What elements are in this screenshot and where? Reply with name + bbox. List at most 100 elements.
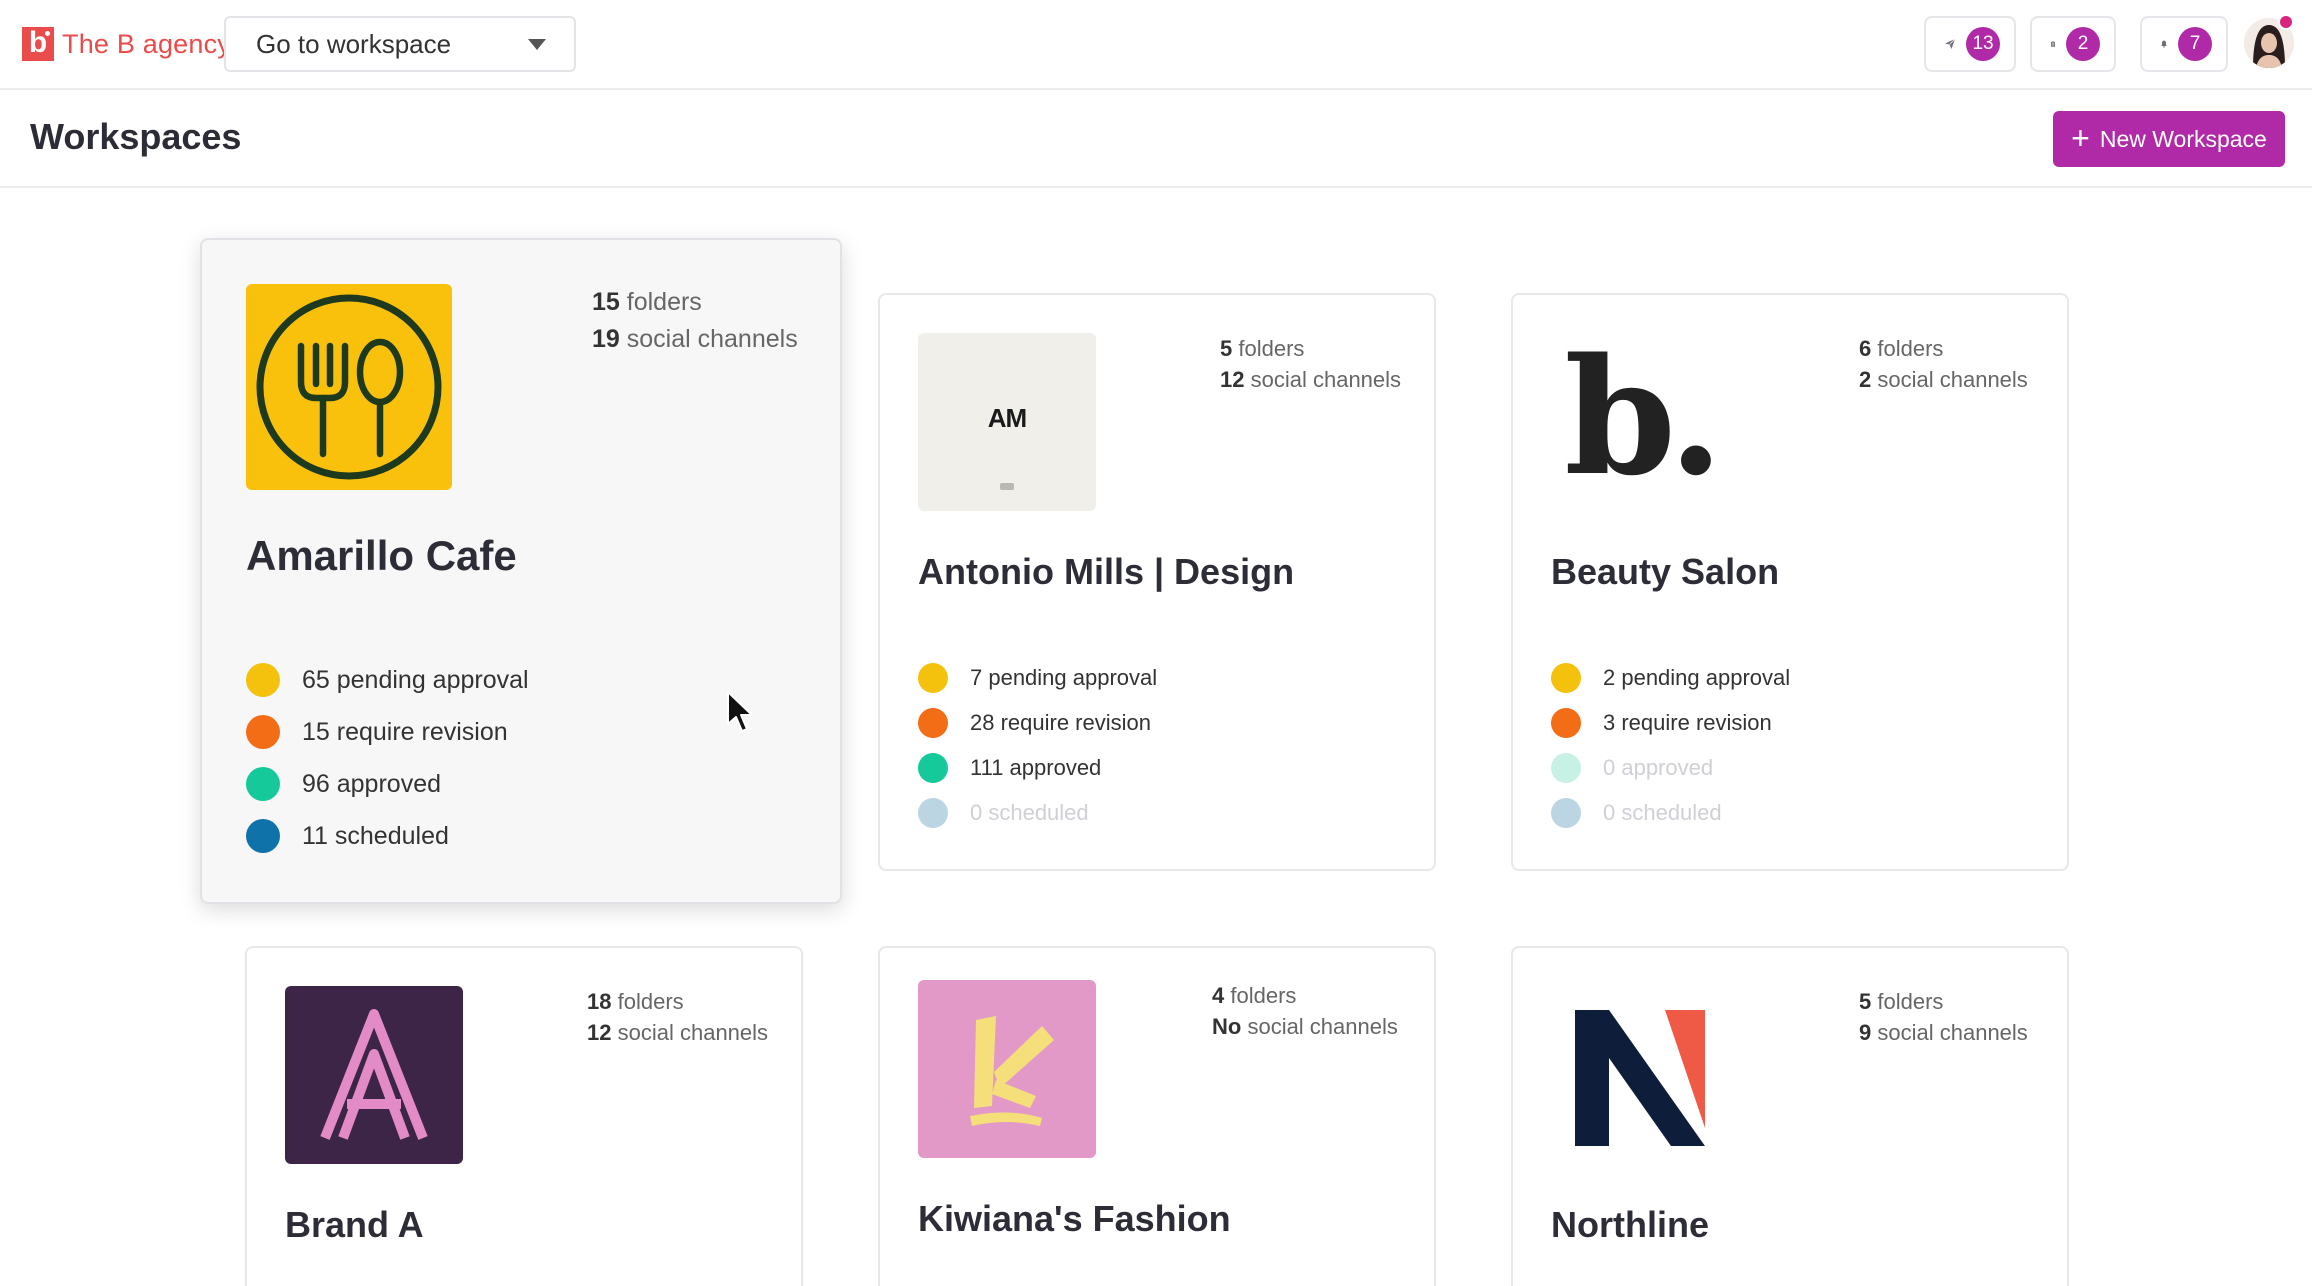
approvals-badge: 2 [2066,27,2100,61]
pending-dot [1551,663,1581,693]
channels-count: 19 [592,325,620,353]
bell-icon [2160,30,2168,58]
stat-approved-label: 0 approved [1603,755,1713,781]
workspace-name: Northline [1551,1204,1709,1246]
channels-count: 12 [1220,367,1244,392]
brand-name: The B agency [62,29,231,60]
letter-k-icon [918,980,1096,1158]
stat-scheduled: 0 scheduled [1551,790,1790,835]
logo-text: AM [918,403,1096,434]
stat-pending-label: 2 pending approval [1603,665,1790,691]
channels-label: social channels [1877,367,2027,392]
revision-dot [1551,708,1581,738]
brand-logo[interactable]: b The B agency [22,24,231,64]
folders-count: 15 [592,288,620,316]
stat-approved: 0 approved [1551,745,1790,790]
pending-dot [246,663,280,697]
stat-scheduled: 0 scheduled [918,790,1157,835]
folders-count: 4 [1212,983,1224,1008]
channels-label: social channels [1247,1014,1397,1039]
stat-approved-label: 111 approved [970,755,1101,781]
approvals-button[interactable]: 2 [2030,16,2116,72]
workspace-card-beauty-salon[interactable]: b. 6 folders 2 social channels Beauty Sa… [1511,293,2069,871]
channels-count: 9 [1859,1020,1871,1045]
channels-label: social channels [618,1020,768,1045]
folders-count: 18 [587,989,611,1014]
folders-label: folders [618,989,684,1014]
workspace-logo [285,986,463,1164]
notifications-badge: 7 [2178,27,2212,61]
workspace-name: Beauty Salon [1551,551,1779,593]
workspace-name: Kiwiana's Fashion [918,1198,1231,1240]
approved-dot [1551,753,1581,783]
scheduled-dot [918,798,948,828]
new-workspace-button[interactable]: + New Workspace [2053,111,2285,167]
folders-label: folders [1238,336,1304,361]
brand-mark: b [22,27,54,61]
stat-approved[interactable]: 96 approved [246,758,529,810]
folders-count: 5 [1220,336,1232,361]
page-title: Workspaces [30,116,241,158]
channels-count: No [1212,1014,1241,1039]
clipboard-icon [2050,30,2056,58]
revision-dot [918,708,948,738]
workspace-counts: 6 folders 2 social channels [1859,333,2028,395]
channels-label: social channels [1877,1020,2027,1045]
stat-revision-label: 3 require revision [1603,710,1772,736]
folders-label: folders [1877,989,1943,1014]
workspace-logo [1551,986,1729,1164]
stat-pending[interactable]: 2 pending approval [1551,655,1790,700]
chevron-down-icon [528,39,546,50]
workspace-stats: 65 pending approval 15 require revision … [246,654,529,862]
approved-dot [246,767,280,801]
folders-count: 5 [1859,989,1871,1014]
workspace-counts: 5 folders 12 social channels [1220,333,1401,395]
stat-revision-label: 28 require revision [970,710,1151,736]
workspace-counts: 5 folders 9 social channels [1859,986,2028,1048]
stat-pending[interactable]: 65 pending approval [246,654,529,706]
workspace-name: Brand A [285,1204,424,1246]
workspace-logo: AM [918,333,1096,511]
stat-pending-label: 7 pending approval [970,665,1157,691]
letter-a-icon [285,986,463,1164]
workspace-card-brand-a[interactable]: 18 folders 12 social channels Brand A [245,946,803,1286]
channels-label: social channels [627,325,798,353]
page-header: Workspaces + New Workspace [0,92,2312,188]
stat-pending[interactable]: 7 pending approval [918,655,1157,700]
letter-n-icon [1551,986,1729,1164]
online-status-dot [2278,14,2294,30]
stat-approved[interactable]: 111 approved [918,745,1157,790]
top-bar: b The B agency Go to workspace 13 2 7 [0,0,2312,90]
fork-spoon-icon [246,284,452,490]
mouse-pointer-icon [726,690,756,734]
folders-count: 6 [1859,336,1871,361]
revision-dot [246,715,280,749]
stat-scheduled-label: 0 scheduled [970,800,1089,826]
workspace-select-label: Go to workspace [256,29,451,60]
workspace-select[interactable]: Go to workspace [224,16,576,72]
folders-label: folders [1877,336,1943,361]
workspace-card-antonio-mills[interactable]: AM 5 folders 12 social channels Antonio … [878,293,1436,871]
stat-scheduled-label: 11 scheduled [302,822,449,851]
scheduled-dot [246,819,280,853]
stat-revision-label: 15 require revision [302,718,508,747]
send-badge: 13 [1966,27,2000,61]
logo-text: b. [1551,337,1729,497]
workspace-logo [918,980,1096,1158]
workspace-counts: 18 folders 12 social channels [587,986,768,1048]
folders-label: folders [627,288,702,316]
workspace-stats: 7 pending approval 28 require revision 1… [918,655,1157,835]
workspace-stats: 2 pending approval 3 require revision 0 … [1551,655,1790,835]
send-icon [1944,30,1956,58]
stat-revision[interactable]: 15 require revision [246,706,529,758]
workspace-card-amarillo-cafe[interactable]: 15 folders 19 social channels Amarillo C… [200,238,842,904]
logo-mark-icon [1000,483,1014,490]
stat-scheduled[interactable]: 11 scheduled [246,810,529,862]
send-button[interactable]: 13 [1924,16,2016,72]
workspace-card-northline[interactable]: 5 folders 9 social channels Northline [1511,946,2069,1286]
notifications-button[interactable]: 7 [2140,16,2228,72]
stat-revision[interactable]: 3 require revision [1551,700,1790,745]
workspace-name: Antonio Mills | Design [918,551,1294,593]
workspace-card-kiwianas-fashion[interactable]: 4 folders No social channels Kiwiana's F… [878,946,1436,1286]
stat-revision[interactable]: 28 require revision [918,700,1157,745]
